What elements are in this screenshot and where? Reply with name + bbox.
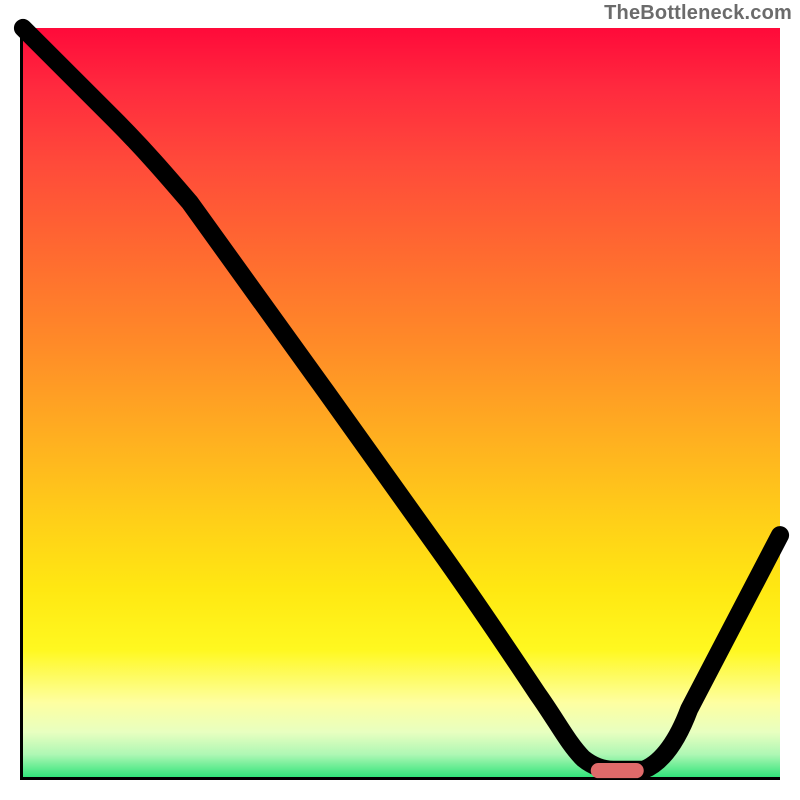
min-plateau-marker <box>591 763 644 778</box>
bottleneck-curve <box>23 28 780 770</box>
chart-svg <box>23 28 780 785</box>
watermark-text: TheBottleneck.com <box>604 2 792 25</box>
chart-plot-area <box>20 28 780 780</box>
